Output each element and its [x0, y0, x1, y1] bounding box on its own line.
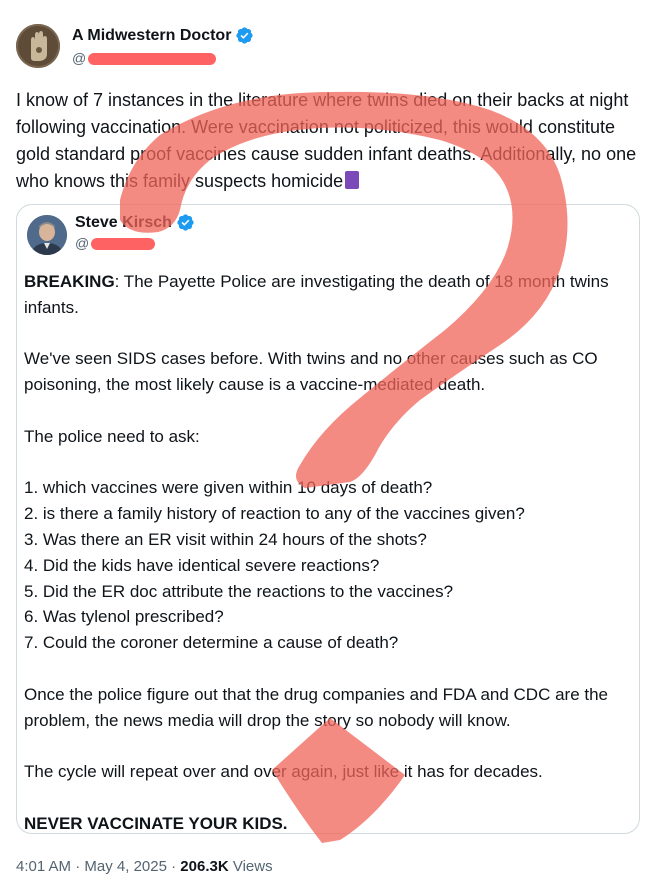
- redacted-quoted-handle: [91, 238, 156, 251]
- author-avatar[interactable]: [16, 24, 60, 68]
- question-item: 6. Was tylenol prescribed?: [24, 607, 224, 627]
- breaking-label: BREAKING: [24, 272, 115, 291]
- author-display-name[interactable]: A Midwestern Doctor: [72, 27, 231, 45]
- author-handle[interactable]: @: [72, 50, 217, 66]
- paragraph-police-ask: The police need to ask:: [24, 426, 200, 446]
- post-date[interactable]: May 4, 2025: [84, 858, 167, 875]
- post-time[interactable]: 4:01 AM: [16, 858, 71, 875]
- redacted-handle: [88, 53, 217, 66]
- paragraph-media: Once the police figure out that the drug…: [24, 684, 609, 730]
- question-item: 1. which vaccines were given within 10 d…: [24, 478, 433, 498]
- views-count: 206.3K: [180, 858, 229, 875]
- quoted-verified-badge-icon: [177, 214, 194, 231]
- quoted-author-avatar[interactable]: [27, 215, 67, 255]
- post-metadata: 4:01 AM · May 4, 2025 · 206.3K Views: [16, 858, 273, 875]
- verified-badge-icon: [236, 27, 254, 44]
- quoted-display-name[interactable]: Steve Kirsch: [75, 214, 172, 232]
- views-label: Views: [228, 858, 273, 875]
- question-item: 4. Did the kids have identical severe re…: [24, 555, 380, 575]
- closing-line: NEVER VACCINATE YOUR KIDS.: [24, 813, 288, 833]
- tweet: A Midwestern Doctor @ I know of 7 instan…: [0, 0, 659, 895]
- paragraph-sids: We've seen SIDS cases before. With twins…: [24, 349, 598, 395]
- breaking-paragraph: BREAKING: The Payette Police are investi…: [24, 272, 609, 317]
- quoted-text: BREAKING: The Payette Police are investi…: [24, 269, 634, 837]
- paragraph-cycle: The cycle will repeat over and over agai…: [24, 762, 543, 782]
- question-item: 5. Did the ER doc attribute the reaction…: [24, 581, 454, 601]
- quoted-tweet[interactable]: Steve Kirsch @ BREAKING: The Payette Pol…: [16, 204, 640, 834]
- post-text: I know of 7 instances in the literature …: [16, 90, 637, 191]
- thread-spool-icon: [345, 171, 360, 189]
- question-item: 7. Could the coroner determine a cause o…: [24, 633, 399, 653]
- question-item: 3. Was there an ER visit within 24 hours…: [24, 529, 427, 549]
- question-item: 2. is there a family history of reaction…: [24, 504, 525, 524]
- quoted-handle[interactable]: @: [75, 235, 156, 251]
